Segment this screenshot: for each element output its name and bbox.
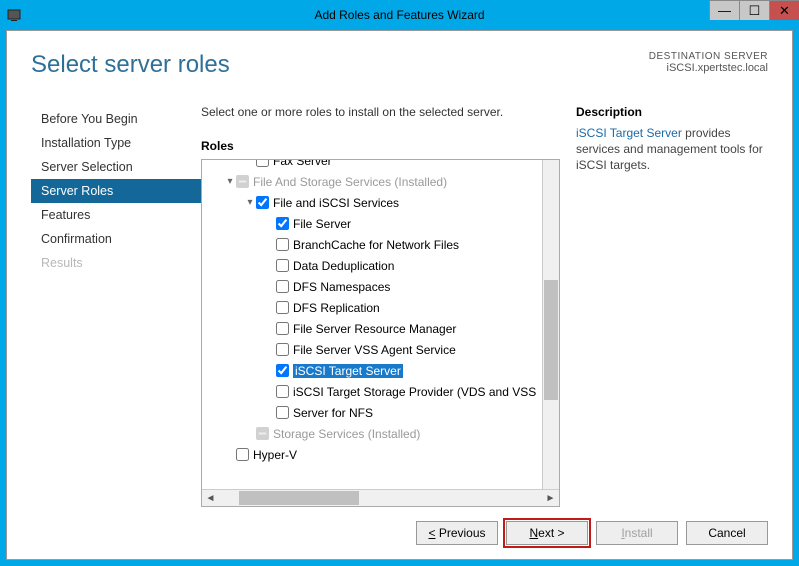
scrollbar-track[interactable] <box>219 490 542 506</box>
tree-node[interactable]: Data Deduplication <box>202 255 559 276</box>
tree-node-label[interactable]: DFS Namespaces <box>293 280 390 294</box>
tree-node-label[interactable]: Storage Services (Installed) <box>273 427 420 441</box>
wizard-main: Select one or more roles to install on t… <box>201 105 768 507</box>
tree-node-label[interactable]: iSCSI Target Storage Provider (VDS and V… <box>293 385 536 399</box>
roles-column: Select one or more roles to install on t… <box>201 105 560 507</box>
tree-node[interactable]: File Server Resource Manager <box>202 318 559 339</box>
tree-node[interactable]: File Server <box>202 213 559 234</box>
nav-item-server-roles[interactable]: Server Roles <box>31 179 201 203</box>
tree-node[interactable]: Fax Server <box>202 160 559 171</box>
tree-node[interactable]: Server for NFS <box>202 402 559 423</box>
description-text: iSCSI Target Server provides services an… <box>576 125 768 174</box>
role-checkbox[interactable] <box>276 385 289 398</box>
tree-node-label[interactable]: File and iSCSI Services <box>273 196 399 210</box>
nav-item-results: Results <box>31 251 201 275</box>
wizard-footer: < Previous Next > Install Cancel <box>31 507 768 545</box>
page-title: Select server roles <box>31 51 230 79</box>
tree-node[interactable]: ▾ File And Storage Services (Installed) <box>202 171 559 192</box>
role-checkbox[interactable] <box>276 364 289 377</box>
role-checkbox[interactable] <box>256 160 269 167</box>
roles-label: Roles <box>201 139 560 153</box>
wizard-body: Before You BeginInstallation TypeServer … <box>31 105 768 507</box>
maximize-button[interactable]: ☐ <box>739 0 769 20</box>
nav-item-server-selection[interactable]: Server Selection <box>31 155 201 179</box>
tree-node[interactable]: Storage Services (Installed) <box>202 423 559 444</box>
role-checkbox[interactable] <box>276 238 289 251</box>
tree-node-label[interactable]: Hyper-V <box>253 448 297 462</box>
window-title: Add Roles and Features Wizard <box>0 8 799 22</box>
minimize-button[interactable]: — <box>709 0 739 20</box>
role-checkbox[interactable] <box>276 280 289 293</box>
scrollbar-thumb[interactable] <box>544 280 558 400</box>
close-button[interactable]: ✕ <box>769 0 799 20</box>
titlebar[interactable]: Add Roles and Features Wizard — ☐ ✕ <box>0 0 799 30</box>
roles-tree-container: Fax Server ▾ File And Storage Services (In… <box>201 159 560 507</box>
install-button[interactable]: Install <box>596 521 678 545</box>
tree-node-label[interactable]: iSCSI Target Server <box>293 364 403 378</box>
expander-icon[interactable]: ▾ <box>244 197 256 208</box>
role-checkbox[interactable] <box>276 259 289 272</box>
previous-button[interactable]: < Previous <box>416 521 498 545</box>
role-checkbox[interactable] <box>276 343 289 356</box>
role-checkbox[interactable] <box>256 196 269 209</box>
tree-node-label[interactable]: BranchCache for Network Files <box>293 238 459 252</box>
role-checkbox[interactable] <box>276 301 289 314</box>
instruction-text: Select one or more roles to install on t… <box>201 105 560 119</box>
role-checkbox[interactable] <box>276 406 289 419</box>
wizard-client: Select server roles DESTINATION SERVER i… <box>6 30 793 560</box>
horizontal-scrollbar[interactable]: ◄ ► <box>202 489 559 506</box>
tree-node-label[interactable]: Fax Server <box>273 160 332 168</box>
scrollbar-thumb[interactable] <box>239 491 359 505</box>
tree-node-label[interactable]: File Server <box>293 217 351 231</box>
description-label: Description <box>576 105 768 119</box>
cancel-button[interactable]: Cancel <box>686 521 768 545</box>
tree-node[interactable]: DFS Namespaces <box>202 276 559 297</box>
description-column: Description iSCSI Target Server provides… <box>576 105 768 507</box>
role-checkbox[interactable] <box>256 427 269 440</box>
tree-node-label[interactable]: DFS Replication <box>293 301 380 315</box>
nav-item-features[interactable]: Features <box>31 203 201 227</box>
wizard-window: Add Roles and Features Wizard — ☐ ✕ Sele… <box>0 0 799 566</box>
tree-node[interactable]: Hyper-V <box>202 444 559 465</box>
next-button[interactable]: Next > <box>506 521 588 545</box>
vertical-scrollbar[interactable] <box>542 160 559 489</box>
nav-item-confirmation[interactable]: Confirmation <box>31 227 201 251</box>
expander-icon[interactable]: ▾ <box>224 176 236 187</box>
tree-node[interactable]: File Server VSS Agent Service <box>202 339 559 360</box>
tree-node[interactable]: BranchCache for Network Files <box>202 234 559 255</box>
wizard-nav: Before You BeginInstallation TypeServer … <box>31 105 201 507</box>
tree-node[interactable]: iSCSI Target Server <box>202 360 559 381</box>
tree-node-label[interactable]: File And Storage Services (Installed) <box>253 175 447 189</box>
role-checkbox[interactable] <box>236 448 249 461</box>
role-checkbox[interactable] <box>276 322 289 335</box>
role-checkbox[interactable] <box>236 175 249 188</box>
tree-node[interactable]: iSCSI Target Storage Provider (VDS and V… <box>202 381 559 402</box>
destination-value: iSCSI.xpertstec.local <box>649 62 768 74</box>
scroll-right-icon[interactable]: ► <box>542 490 559 507</box>
nav-item-before-you-begin[interactable]: Before You Begin <box>31 107 201 131</box>
wizard-header: Select server roles DESTINATION SERVER i… <box>31 51 768 79</box>
roles-tree[interactable]: Fax Server ▾ File And Storage Services (In… <box>202 160 559 489</box>
destination-server: DESTINATION SERVER iSCSI.xpertstec.local <box>649 51 768 74</box>
tree-node-label[interactable]: Data Deduplication <box>293 259 394 273</box>
destination-label: DESTINATION SERVER <box>649 51 768 62</box>
scroll-left-icon[interactable]: ◄ <box>202 490 219 507</box>
role-checkbox[interactable] <box>276 217 289 230</box>
tree-node-label[interactable]: File Server Resource Manager <box>293 322 456 336</box>
tree-node-label[interactable]: File Server VSS Agent Service <box>293 343 456 357</box>
nav-item-installation-type[interactable]: Installation Type <box>31 131 201 155</box>
tree-node-label[interactable]: Server for NFS <box>293 406 373 420</box>
tree-node[interactable]: DFS Replication <box>202 297 559 318</box>
window-controls: — ☐ ✕ <box>709 0 799 20</box>
tree-node[interactable]: ▾ File and iSCSI Services <box>202 192 559 213</box>
description-link: iSCSI Target Server <box>576 126 682 140</box>
